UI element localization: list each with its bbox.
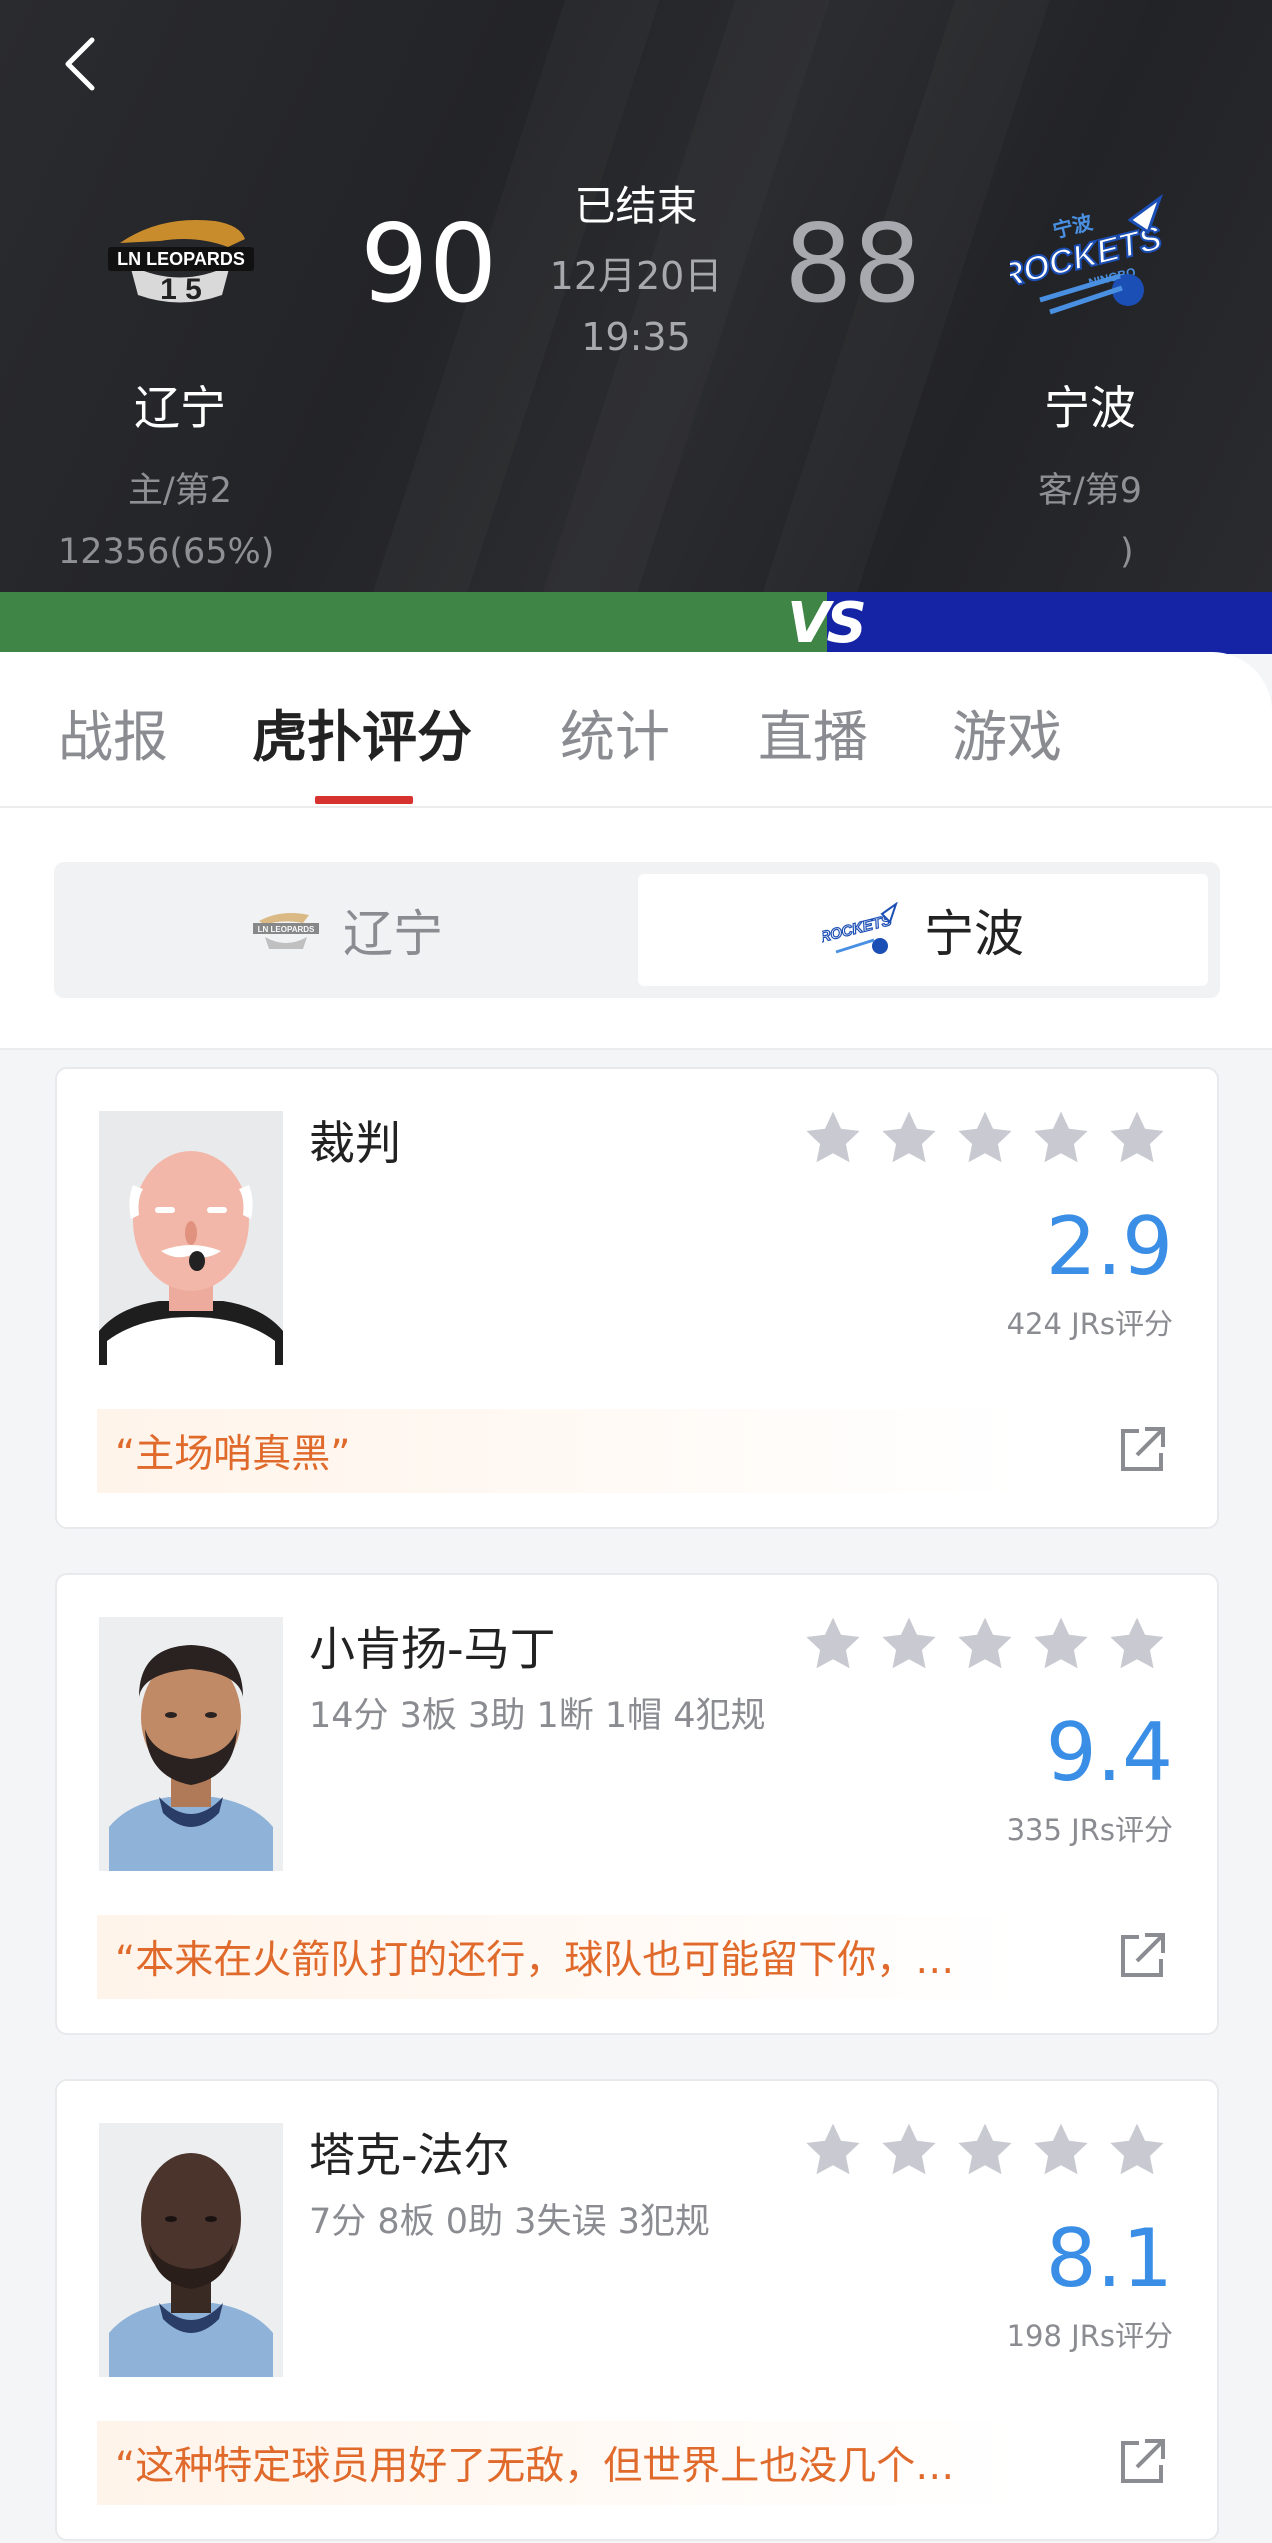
game-time: 19:35 [581, 315, 691, 359]
rating-count: 424 JRs评分 [1006, 1307, 1173, 1341]
support-bar[interactable] [0, 592, 1272, 654]
chevron-left-icon [65, 37, 95, 91]
referee-avatar [99, 1111, 283, 1365]
average-rating: 9.4 [1045, 1706, 1173, 1799]
star-rating-input[interactable] [801, 1613, 1169, 1675]
svg-text:LN LEOPARDS: LN LEOPARDS [117, 249, 245, 269]
rating-card-player[interactable]: 塔克-法尔 7分 8板 0助 3失误 3犯规 8.1 198 JRs评分 “这种… [55, 2079, 1219, 2541]
star-icon[interactable] [1029, 1107, 1093, 1169]
back-button[interactable] [50, 34, 110, 94]
star-icon[interactable] [877, 1107, 941, 1169]
player-name: 塔克-法尔 [309, 2128, 510, 2182]
vs-mark: VS [787, 590, 867, 656]
ningbo-rockets-logo-icon: ROCKETS [822, 902, 898, 954]
rating-count: 198 JRs评分 [1006, 2319, 1173, 2353]
star-icon[interactable] [877, 1613, 941, 1675]
player-stats: 14分 3板 3助 1断 1帽 4犯规 [309, 1696, 766, 1736]
away-support-count: ) [1120, 532, 1134, 572]
away-team-logo[interactable]: 宁波 ROCKETS NINGBO [994, 190, 1170, 320]
home-score: 90 [360, 202, 498, 327]
away-score: 88 [784, 202, 922, 327]
home-team-name[interactable]: 辽宁 [60, 372, 300, 438]
team-selector-home[interactable]: LN LEOPARDS 辽宁 [62, 874, 632, 986]
home-support-count: 12356(65%) [58, 532, 275, 572]
star-icon[interactable] [953, 1107, 1017, 1169]
star-icon[interactable] [1029, 1613, 1093, 1675]
ln-leopards-logo-icon: LN LEOPARDS [253, 913, 319, 949]
svg-text:1 5: 1 5 [160, 273, 202, 306]
star-icon[interactable] [1105, 2119, 1169, 2181]
svg-text:LN LEOPARDS: LN LEOPARDS [258, 925, 315, 934]
team-selector-away-label: 宁波 [924, 905, 1024, 963]
star-rating-input[interactable] [801, 1107, 1169, 1169]
share-icon[interactable] [1115, 2433, 1171, 2489]
active-tab-indicator [315, 796, 413, 804]
away-team-rank: 客/第9 [1037, 471, 1143, 511]
team-selector-area: LN LEOPARDS 辽宁 ROCKETS 宁波 [0, 808, 1272, 1050]
tab-stats[interactable]: 统计 [560, 692, 670, 772]
share-icon[interactable] [1115, 1421, 1171, 1477]
star-icon[interactable] [953, 2119, 1017, 2181]
star-icon[interactable] [877, 2119, 941, 2181]
star-icon[interactable] [801, 1613, 865, 1675]
star-icon[interactable] [1105, 1107, 1169, 1169]
tab-live[interactable]: 直播 [758, 692, 868, 772]
top-comment[interactable]: “本来在火箭队打的还行，球队也可能留下你，… [97, 1915, 1027, 1999]
tab-games[interactable]: 游戏 [952, 692, 1062, 772]
star-icon[interactable] [953, 1613, 1017, 1675]
game-header: LN LEOPARDS 1 5 宁波 ROCKETS NINGBO 90 已结束… [0, 0, 1272, 592]
rating-card-referee[interactable]: 裁判 2.9 424 JRs评分 “主场哨真黑” [55, 1067, 1219, 1529]
average-rating: 8.1 [1045, 2212, 1173, 2305]
player-avatar [99, 2123, 283, 2377]
tab-hupu-rating[interactable]: 虎扑评分 [252, 692, 472, 772]
player-stats: 7分 8板 0助 3失误 3犯规 [309, 2202, 710, 2242]
home-support-bar [0, 592, 827, 654]
star-rating-input[interactable] [801, 2119, 1169, 2181]
away-team-name[interactable]: 宁波 [970, 372, 1210, 438]
star-icon[interactable] [801, 1107, 865, 1169]
player-name: 裁判 [309, 1116, 401, 1170]
tab-bar: 战报 虎扑评分 统计 直播 游戏 [0, 652, 1272, 808]
top-comment[interactable]: “这种特定球员用好了无敌，但世界上也没几个… [97, 2421, 1027, 2505]
player-avatar [99, 1617, 283, 1871]
game-status: 已结束 [574, 182, 698, 230]
home-team-logo[interactable]: LN LEOPARDS 1 5 [100, 195, 260, 325]
share-icon[interactable] [1115, 1927, 1171, 1983]
average-rating: 2.9 [1045, 1200, 1173, 1293]
star-icon[interactable] [1029, 2119, 1093, 2181]
game-date: 12月20日 [549, 254, 723, 298]
star-icon[interactable] [1105, 1613, 1169, 1675]
home-team-rank: 主/第2 [127, 471, 233, 511]
team-selector: LN LEOPARDS 辽宁 ROCKETS 宁波 [54, 862, 1220, 998]
player-name: 小肯扬-马丁 [309, 1622, 556, 1676]
team-selector-home-label: 辽宁 [343, 905, 443, 963]
away-support-bar [826, 592, 1272, 654]
star-icon[interactable] [801, 2119, 865, 2181]
rating-count: 335 JRs评分 [1006, 1813, 1173, 1847]
tab-report[interactable]: 战报 [58, 692, 168, 772]
top-comment[interactable]: “主场哨真黑” [97, 1409, 1027, 1493]
team-selector-away[interactable]: ROCKETS 宁波 [638, 874, 1208, 986]
rating-card-player[interactable]: 小肯扬-马丁 14分 3板 3助 1断 1帽 4犯规 9.4 335 JRs评分… [55, 1573, 1219, 2035]
